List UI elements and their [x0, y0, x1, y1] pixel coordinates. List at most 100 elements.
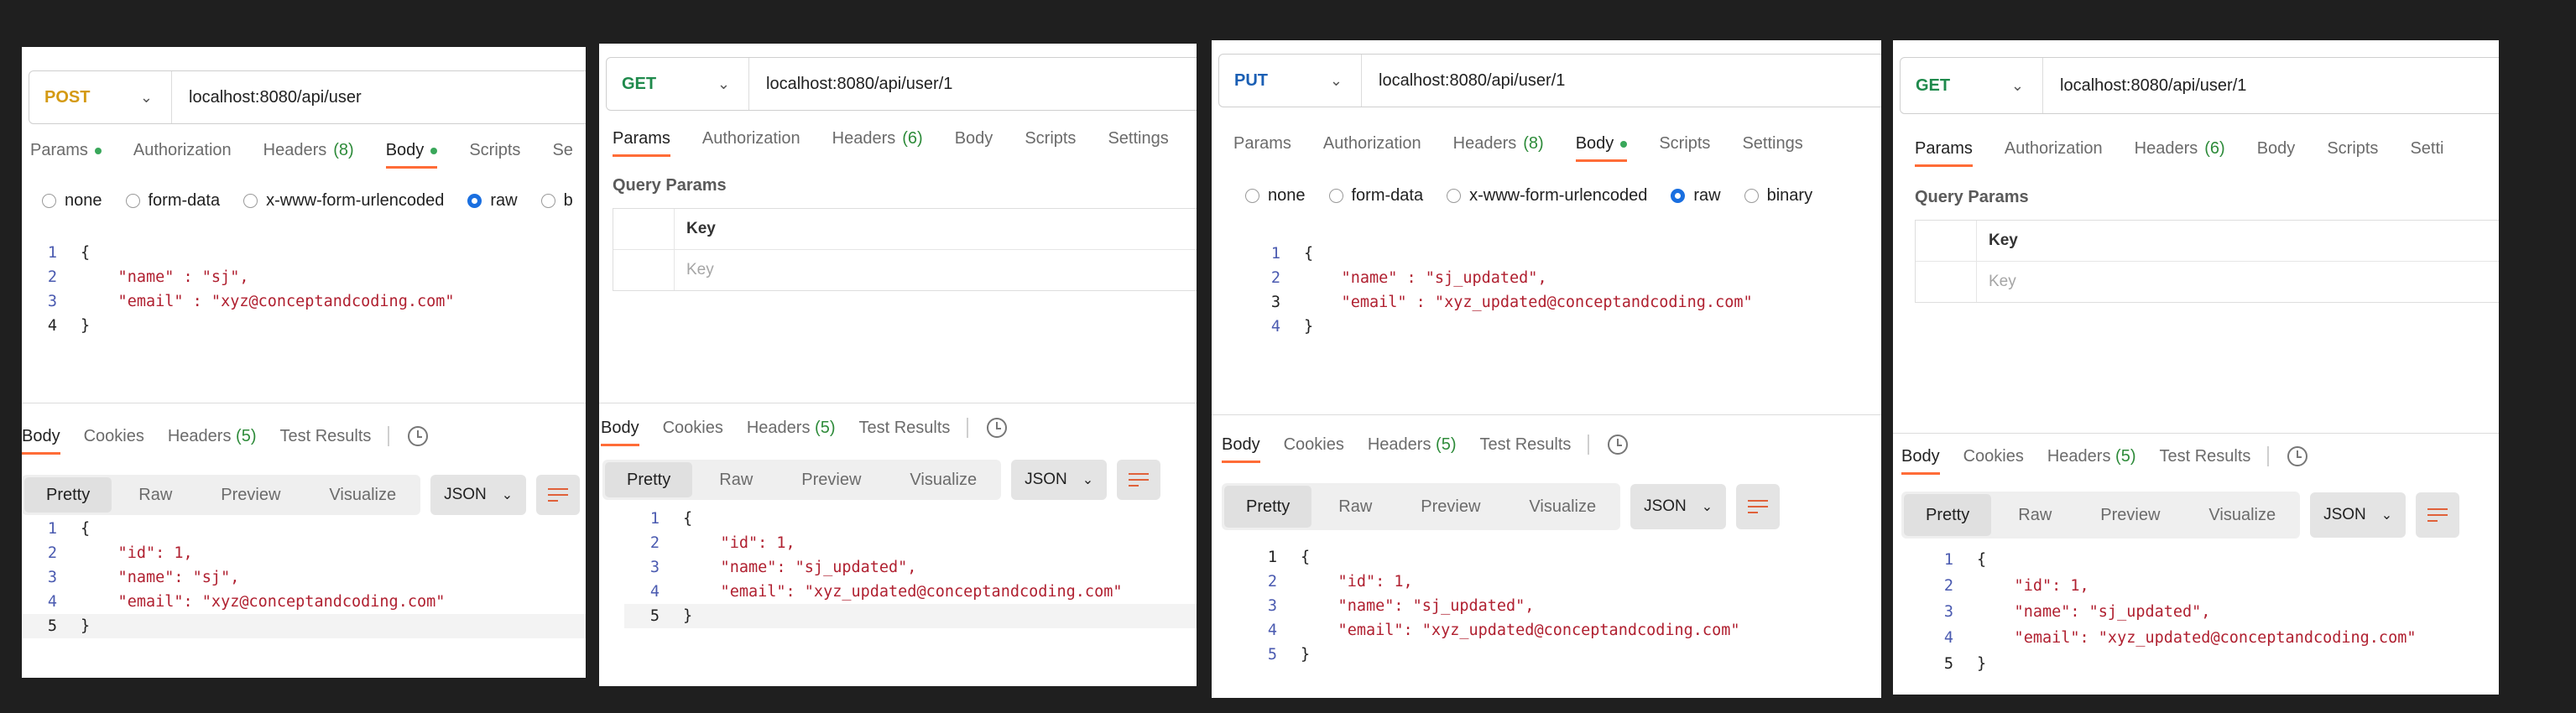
postman-panel-get: GET ⌄ localhost:8080/api/user/1 Params A… — [599, 44, 1197, 686]
response-tab-test-results[interactable]: Test Results — [2159, 447, 2250, 475]
tab-params[interactable]: Params — [1915, 139, 1973, 167]
tab-body[interactable]: Body — [385, 141, 438, 169]
format-visualize-button[interactable]: Visualize — [307, 477, 418, 513]
method-select[interactable]: POST ⌄ — [29, 71, 172, 123]
tab-authorization[interactable]: Authorization — [702, 129, 800, 157]
radio-raw[interactable]: raw — [467, 191, 518, 211]
language-select[interactable]: JSON ⌄ — [430, 475, 527, 515]
tab-authorization[interactable]: Authorization — [2005, 139, 2103, 167]
response-body-viewer[interactable]: 1{ 2 "id": 1, 3 "name": "sj_updated", 4 … — [1918, 547, 2499, 677]
tab-params[interactable]: Params — [30, 141, 102, 169]
tab-headers[interactable]: Headers (6) — [832, 129, 923, 157]
response-tab-headers[interactable]: Headers (5) — [2047, 447, 2136, 475]
method-select[interactable]: PUT ⌄ — [1219, 55, 1362, 107]
code-line: 3 "name": "sj_updated", — [1918, 599, 2499, 625]
response-body-viewer[interactable]: 1{ 2 "id": 1, 3 "name": "sj_updated", 4 … — [624, 507, 1197, 628]
tab-body[interactable]: Body — [2257, 139, 2296, 167]
response-tab-body[interactable]: Body — [1222, 435, 1260, 463]
format-visualize-button[interactable]: Visualize — [1507, 489, 1618, 524]
format-visualize-button[interactable]: Visualize — [2187, 497, 2297, 533]
key-input[interactable]: Key — [675, 250, 714, 290]
method-select[interactable]: GET ⌄ — [1901, 58, 2043, 113]
tab-scripts[interactable]: Scripts — [1659, 134, 1710, 162]
format-pretty-button[interactable]: Pretty — [605, 462, 693, 497]
history-icon[interactable] — [408, 426, 429, 446]
format-raw-button[interactable]: Raw — [117, 477, 194, 513]
response-tab-body[interactable]: Body — [1901, 447, 1940, 475]
radio-none[interactable]: none — [42, 191, 102, 211]
tab-headers[interactable]: Headers (8) — [263, 141, 354, 169]
format-preview-button[interactable]: Preview — [1399, 489, 1502, 524]
format-visualize-button[interactable]: Visualize — [888, 462, 999, 497]
radio-form-data[interactable]: form-data — [1328, 186, 1423, 206]
tab-settings[interactable]: Se — [552, 141, 572, 169]
tab-settings[interactable]: Setti — [2410, 139, 2443, 167]
history-icon[interactable] — [2287, 446, 2308, 466]
tab-settings[interactable]: Settings — [1742, 134, 1802, 162]
tab-scripts[interactable]: Scripts — [1025, 129, 1076, 157]
format-preview-button[interactable]: Preview — [199, 477, 302, 513]
line-number: 2 — [47, 268, 57, 286]
wrap-lines-button[interactable] — [536, 475, 581, 515]
format-pretty-button[interactable]: Pretty — [1224, 486, 1312, 528]
history-icon[interactable] — [987, 418, 1008, 438]
response-tab-headers[interactable]: Headers (5) — [747, 419, 836, 446]
response-body-viewer[interactable]: 1{ 2 "id": 1, 3 "name": "sj", 4 "email":… — [22, 517, 586, 638]
response-tab-cookies[interactable]: Cookies — [663, 419, 723, 446]
tab-authorization[interactable]: Authorization — [133, 141, 232, 169]
radio-none[interactable]: none — [1245, 186, 1306, 206]
language-select[interactable]: JSON ⌄ — [2310, 492, 2407, 538]
request-body-editor[interactable]: 1{ 2 "name" : "sj_updated", 3 "email" : … — [1245, 242, 1881, 339]
tab-body[interactable]: Body — [1575, 134, 1628, 162]
format-preview-button[interactable]: Preview — [2078, 497, 2182, 533]
radio-urlencoded[interactable]: x-www-form-urlencoded — [1447, 186, 1647, 206]
format-pretty-button[interactable]: Pretty — [1904, 494, 1992, 536]
tab-params[interactable]: Params — [1233, 134, 1291, 162]
response-tab-headers[interactable]: Headers (5) — [168, 427, 257, 455]
tab-params[interactable]: Params — [613, 129, 670, 157]
radio-binary[interactable]: binary — [1744, 186, 1812, 206]
tab-body[interactable]: Body — [955, 129, 993, 157]
tab-authorization[interactable]: Authorization — [1323, 134, 1421, 162]
language-select[interactable]: JSON ⌄ — [1011, 460, 1108, 500]
tab-settings[interactable]: Settings — [1108, 129, 1168, 157]
radio-form-data[interactable]: form-data — [125, 191, 220, 211]
tab-headers[interactable]: Headers (6) — [2135, 139, 2225, 167]
tab-headers[interactable]: Headers (8) — [1453, 134, 1544, 162]
separator — [2267, 446, 2270, 466]
response-tab-test-results[interactable]: Test Results — [1479, 435, 1571, 463]
response-tab-body[interactable]: Body — [22, 427, 60, 455]
url-input[interactable]: localhost:8080/api/user — [172, 88, 362, 107]
wrap-lines-button[interactable] — [1117, 460, 1161, 500]
wrap-lines-button[interactable] — [1736, 484, 1781, 529]
response-tab-body[interactable]: Body — [601, 419, 639, 446]
tab-scripts[interactable]: Scripts — [2327, 139, 2378, 167]
format-raw-button[interactable]: Raw — [1996, 497, 2073, 533]
method-select[interactable]: GET ⌄ — [607, 58, 749, 110]
format-raw-button[interactable]: Raw — [1317, 489, 1394, 524]
url-input[interactable]: localhost:8080/api/user/1 — [749, 75, 952, 94]
format-raw-button[interactable]: Raw — [697, 462, 774, 497]
radio-binary[interactable]: b — [540, 191, 573, 211]
response-tab-cookies[interactable]: Cookies — [1284, 435, 1344, 463]
url-input[interactable]: localhost:8080/api/user/1 — [2043, 76, 2246, 96]
response-tab-test-results[interactable]: Test Results — [279, 427, 371, 455]
language-select[interactable]: JSON ⌄ — [1630, 484, 1727, 529]
headers-count: (6) — [2204, 139, 2225, 158]
response-body-viewer[interactable]: 1{ 2 "id": 1, 3 "name": "sj_updated", 4 … — [1242, 545, 1881, 667]
response-tab-cookies[interactable]: Cookies — [84, 427, 144, 455]
line-number: 2 — [1267, 573, 1277, 591]
tab-scripts[interactable]: Scripts — [469, 141, 520, 169]
format-preview-button[interactable]: Preview — [780, 462, 883, 497]
radio-urlencoded[interactable]: x-www-form-urlencoded — [243, 191, 444, 211]
response-tab-cookies[interactable]: Cookies — [1963, 447, 2024, 475]
url-input[interactable]: localhost:8080/api/user/1 — [1362, 71, 1565, 91]
key-input[interactable]: Key — [1977, 262, 2016, 302]
history-icon[interactable] — [1608, 435, 1629, 455]
format-pretty-button[interactable]: Pretty — [24, 477, 112, 513]
response-tab-test-results[interactable]: Test Results — [858, 419, 950, 446]
response-tab-headers[interactable]: Headers (5) — [1368, 435, 1457, 463]
request-body-editor[interactable]: 1{ 2 "name" : "sj", 3 "email" : "xyz@con… — [22, 241, 586, 338]
radio-raw[interactable]: raw — [1671, 186, 1721, 206]
wrap-lines-button[interactable] — [2416, 492, 2460, 538]
